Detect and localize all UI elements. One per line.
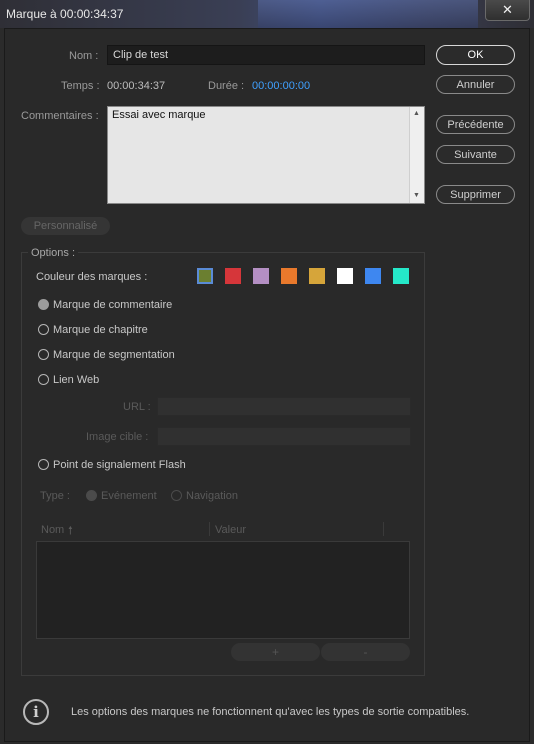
duration-label: Durée : [208, 80, 245, 92]
add-parameter-button[interactable]: + [231, 643, 320, 661]
comments-textarea-value: Essai avec marque [112, 109, 206, 121]
remove-parameter-button[interactable]: - [321, 643, 410, 661]
comments-textarea[interactable]: Essai avec marque ▲ ▼ [107, 106, 425, 204]
column-header-name[interactable]: Nom [41, 524, 64, 536]
type-label: Type : [40, 490, 70, 502]
comments-scrollbar[interactable]: ▲ ▼ [409, 107, 424, 203]
name-input-value: Clip de test [113, 49, 169, 61]
target-frame-label: Image cible : [86, 431, 149, 443]
color-swatch[interactable] [197, 268, 213, 284]
color-swatch[interactable] [253, 268, 269, 284]
close-icon: ✕ [502, 2, 513, 17]
radio-type-event-label: Evénement [101, 490, 157, 502]
window-title: Marque à 00:00:34:37 [6, 7, 124, 21]
radio-type-event[interactable] [86, 490, 97, 501]
url-input[interactable] [157, 397, 411, 416]
radio-chapter-marker-label: Marque de chapitre [53, 324, 148, 336]
column-header-value[interactable]: Valeur [215, 524, 246, 536]
radio-web-link-label: Lien Web [53, 374, 100, 386]
name-input[interactable]: Clip de test [107, 45, 425, 65]
marker-color-label: Couleur des marques : [36, 271, 148, 283]
cue-point-parameters-table[interactable] [36, 541, 410, 639]
time-value: 00:00:34:37 [107, 80, 166, 92]
color-swatch[interactable] [309, 268, 325, 284]
radio-type-navigation-label: Navigation [186, 490, 238, 502]
radio-web-link[interactable] [38, 374, 49, 385]
radio-type-navigation[interactable] [171, 490, 182, 501]
previous-button[interactable]: Précédente [436, 115, 515, 134]
color-swatch[interactable] [337, 268, 353, 284]
ok-button[interactable]: OK [436, 45, 515, 65]
column-divider [383, 522, 384, 536]
close-button[interactable]: ✕ [485, 0, 530, 21]
target-frame-input[interactable] [157, 427, 411, 446]
url-label: URL : [123, 401, 151, 413]
custom-button[interactable]: Personnalisé [21, 217, 110, 235]
radio-flash-cue-point-label: Point de signalement Flash [53, 459, 186, 471]
radio-comment-marker-label: Marque de commentaire [53, 299, 173, 311]
color-swatch[interactable] [225, 268, 241, 284]
title-bar: Marque à 00:00:34:37 ✕ [0, 0, 534, 28]
footer-note: Les options des marques ne fonctionnent … [71, 706, 470, 718]
color-swatch[interactable] [281, 268, 297, 284]
delete-button[interactable]: Supprimer [436, 185, 515, 204]
options-title: Options : [28, 247, 79, 259]
next-button[interactable]: Suivante [436, 145, 515, 164]
column-divider [209, 522, 210, 536]
duration-value[interactable]: 00:00:00:00 [252, 80, 310, 92]
scroll-down-icon[interactable]: ▼ [413, 192, 420, 199]
name-label: Nom : [69, 50, 99, 62]
radio-flash-cue-point[interactable] [38, 459, 49, 470]
color-swatch[interactable] [393, 268, 409, 284]
scroll-up-icon[interactable]: ▲ [413, 110, 420, 117]
sort-up-icon[interactable]: 🠕 [68, 522, 73, 541]
time-label: Temps : [61, 80, 100, 92]
color-swatch[interactable] [365, 268, 381, 284]
cancel-button[interactable]: Annuler [436, 75, 515, 94]
comments-label: Commentaires : [21, 110, 99, 122]
radio-comment-marker[interactable] [38, 299, 49, 310]
info-icon: i [23, 699, 49, 725]
radio-segmentation-marker[interactable] [38, 349, 49, 360]
radio-segmentation-marker-label: Marque de segmentation [53, 349, 175, 361]
title-bar-background-decoration [258, 0, 478, 28]
radio-chapter-marker[interactable] [38, 324, 49, 335]
